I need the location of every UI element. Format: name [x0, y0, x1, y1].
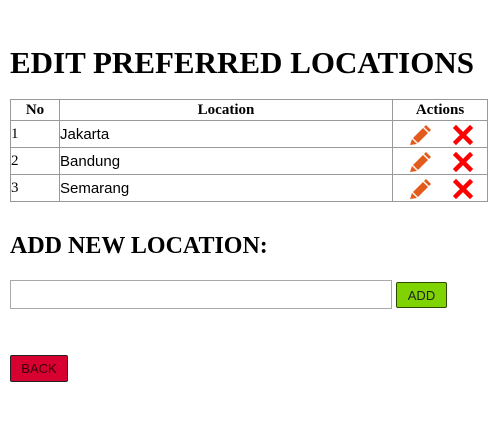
table-row: 2 Bandung: [10, 147, 488, 175]
table-header-row: No Location Actions: [10, 99, 488, 121]
delete-x-icon[interactable]: [453, 179, 473, 199]
table-row: 3 Semarang: [10, 174, 488, 202]
add-button[interactable]: ADD: [396, 282, 447, 308]
delete-x-icon[interactable]: [453, 125, 473, 145]
row-number: 3: [10, 174, 60, 202]
page-title: EDIT PREFERRED LOCATIONS: [10, 45, 474, 80]
row-location: Semarang: [59, 174, 393, 202]
column-header-no: No: [10, 99, 60, 121]
delete-x-icon[interactable]: [453, 152, 473, 172]
row-actions: [392, 147, 488, 175]
pencil-icon[interactable]: [409, 125, 431, 145]
new-location-input[interactable]: [10, 280, 392, 309]
table-row: 1 Jakarta: [10, 120, 488, 148]
back-button[interactable]: BACK: [10, 355, 68, 382]
pencil-icon[interactable]: [409, 179, 431, 199]
row-location: Jakarta: [59, 120, 393, 148]
row-actions: [392, 174, 488, 202]
pencil-icon[interactable]: [409, 152, 431, 172]
row-number: 1: [10, 120, 60, 148]
row-location: Bandung: [59, 147, 393, 175]
column-header-location: Location: [59, 99, 393, 121]
column-header-actions: Actions: [392, 99, 488, 121]
row-actions: [392, 120, 488, 148]
add-location-title: ADD NEW LOCATION:: [10, 233, 268, 259]
locations-table: No Location Actions 1 Jakarta 2 Bandung: [10, 99, 488, 202]
row-number: 2: [10, 147, 60, 175]
